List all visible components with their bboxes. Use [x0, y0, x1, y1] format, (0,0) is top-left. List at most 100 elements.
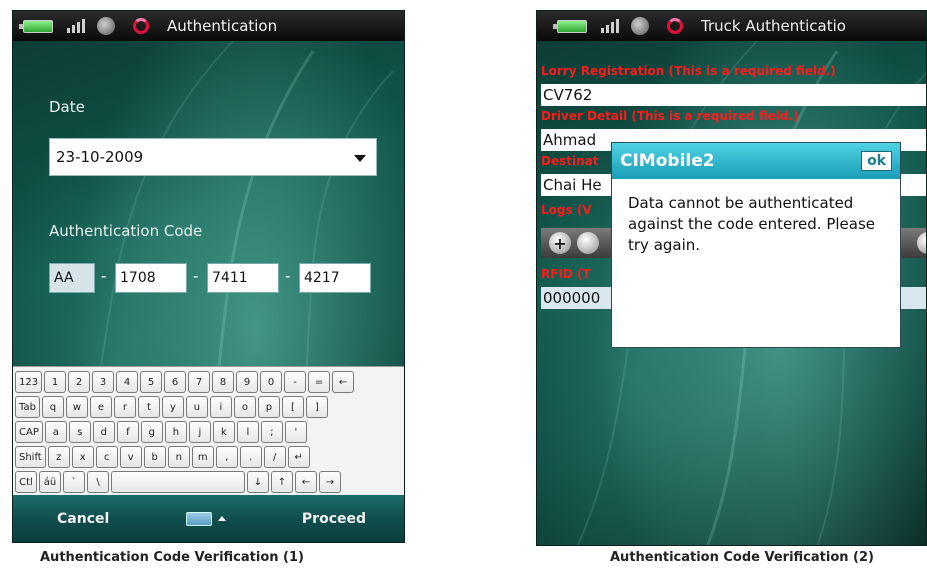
- code-part-2-input[interactable]: 7411: [207, 263, 279, 293]
- sync-icon: [667, 18, 683, 34]
- keyboard-key[interactable]: ←: [332, 371, 355, 393]
- keyboard-toggle-button[interactable]: [185, 511, 226, 526]
- keyboard-row-5: Ctl áü ` \ ↓ ↑ ← →: [15, 471, 341, 493]
- keyboard-key[interactable]: áü: [39, 471, 61, 493]
- keyboard-key[interactable]: 2: [68, 371, 91, 393]
- keyboard-key[interactable]: r: [113, 396, 136, 418]
- keyboard-key[interactable]: q: [41, 396, 64, 418]
- lorry-registration-input[interactable]: CV762: [541, 84, 926, 106]
- proceed-button[interactable]: Proceed: [302, 511, 366, 527]
- keyboard-key[interactable]: p: [257, 396, 280, 418]
- keyboard-key[interactable]: 0: [260, 371, 283, 393]
- keyboard-key[interactable]: d: [92, 421, 115, 443]
- keyboard-key[interactable]: o: [233, 396, 256, 418]
- scroll-log-button[interactable]: [917, 232, 926, 254]
- keyboard-key[interactable]: l: [236, 421, 259, 443]
- keyboard-key[interactable]: 1: [44, 371, 67, 393]
- keyboard-key[interactable]: Tab: [15, 396, 40, 418]
- keyboard-key[interactable]: ]: [305, 396, 328, 418]
- dropdown-arrow-icon: [354, 155, 366, 162]
- date-select[interactable]: 23-10-2009: [49, 138, 377, 176]
- keyboard-key[interactable]: 8: [212, 371, 235, 393]
- error-dialog: CIMobile2 ok Data cannot be authenticate…: [611, 142, 901, 348]
- keyboard-key[interactable]: m: [191, 446, 214, 468]
- keyboard-key[interactable]: u: [185, 396, 208, 418]
- keyboard-key[interactable]: CAP: [15, 421, 43, 443]
- phone-screen-truck-authentication: Truck Authenticatio Lorry Registration (…: [536, 10, 927, 546]
- keyboard-space-key[interactable]: [111, 471, 245, 493]
- keyboard-row-2: Tab q w e r t y u i o p[]: [15, 396, 328, 418]
- keyboard-key[interactable]: ←: [295, 471, 317, 493]
- cancel-button[interactable]: Cancel: [57, 511, 109, 527]
- signal-icon: [67, 19, 85, 33]
- keyboard-key[interactable]: Shift: [15, 446, 46, 468]
- keyboard-key[interactable]: k: [212, 421, 235, 443]
- driver-detail-label: Driver Detail (This is a required field.…: [541, 109, 799, 123]
- keyboard-key[interactable]: 3: [92, 371, 115, 393]
- keyboard-key[interactable]: f: [116, 421, 139, 443]
- lorry-registration-label: Lorry Registration (This is a required f…: [541, 64, 836, 78]
- keyboard-key[interactable]: 6: [164, 371, 187, 393]
- keyboard-key[interactable]: /: [263, 446, 286, 468]
- keyboard-key[interactable]: →: [319, 471, 341, 493]
- logs-label: Logs (V: [541, 203, 592, 217]
- keyboard-key[interactable]: ↵: [287, 446, 310, 468]
- keyboard-key[interactable]: ↑: [271, 471, 293, 493]
- dialog-header: CIMobile2 ok: [612, 143, 900, 179]
- keyboard-key[interactable]: i: [209, 396, 232, 418]
- keyboard-key[interactable]: h: [164, 421, 187, 443]
- caption-left: Authentication Code Verification (1): [40, 550, 304, 565]
- keyboard-key[interactable]: 123: [15, 371, 43, 393]
- keyboard-key[interactable]: 9: [236, 371, 259, 393]
- keyboard-key[interactable]: z: [47, 446, 70, 468]
- keyboard-key[interactable]: x: [71, 446, 94, 468]
- code-part-1-input[interactable]: 1708: [115, 263, 187, 293]
- connectivity-icon: [631, 17, 649, 35]
- keyboard-key[interactable]: \: [87, 471, 109, 493]
- phone-screen-authentication: Authentication Date 23-10-2009 Authentic…: [12, 10, 405, 543]
- caret-up-icon: [217, 516, 226, 521]
- battery-icon: [19, 19, 53, 33]
- keyboard-key[interactable]: g: [140, 421, 163, 443]
- keyboard-key[interactable]: ;: [260, 421, 283, 443]
- keyboard-key[interactable]: s: [68, 421, 91, 443]
- keyboard-key[interactable]: [: [281, 396, 304, 418]
- dialog-message: Data cannot be authenticated against the…: [628, 194, 876, 254]
- keyboard-key[interactable]: Ctl: [15, 471, 37, 493]
- keyboard-key[interactable]: -: [284, 371, 307, 393]
- keyboard-key[interactable]: 4: [116, 371, 139, 393]
- remove-log-button[interactable]: [577, 232, 599, 254]
- keyboard-key[interactable]: w: [65, 396, 88, 418]
- keyboard-key[interactable]: =: [308, 371, 331, 393]
- keyboard-key[interactable]: y: [161, 396, 184, 418]
- keyboard-key[interactable]: n: [167, 446, 190, 468]
- code-separator: -: [285, 267, 291, 285]
- status-bar: Authentication: [13, 11, 404, 41]
- keyboard-key[interactable]: 5: [140, 371, 163, 393]
- keyboard-key[interactable]: c: [95, 446, 118, 468]
- keyboard-key[interactable]: b: [143, 446, 166, 468]
- keyboard-key[interactable]: `: [63, 471, 85, 493]
- ok-button[interactable]: ok: [861, 151, 892, 171]
- keyboard-key[interactable]: .: [239, 446, 262, 468]
- keyboard-key[interactable]: t: [137, 396, 160, 418]
- keyboard-row-1: 123 1 2 3 4 5 6 7 8 9 0- = ←: [15, 371, 355, 393]
- keyboard-key[interactable]: 7: [188, 371, 211, 393]
- keyboard-key[interactable]: a: [44, 421, 67, 443]
- code-part-3-input[interactable]: 4217: [299, 263, 371, 293]
- sync-icon: [133, 18, 149, 34]
- keyboard-key[interactable]: e: [89, 396, 112, 418]
- keyboard-key[interactable]: v: [119, 446, 142, 468]
- date-value: 23-10-2009: [56, 148, 144, 166]
- keyboard-key[interactable]: ↓: [247, 471, 269, 493]
- code-separator: -: [193, 267, 199, 285]
- add-log-button[interactable]: +: [549, 232, 571, 254]
- status-title: Truck Authenticatio: [701, 17, 846, 35]
- keyboard-icon: [185, 511, 212, 526]
- battery-icon: [553, 19, 587, 33]
- soft-keyboard: 123 1 2 3 4 5 6 7 8 9 0- = ← Tab q w e r t y u i o p[] CAP a s d f…: [13, 366, 404, 496]
- keyboard-key[interactable]: ,: [215, 446, 238, 468]
- keyboard-key[interactable]: j: [188, 421, 211, 443]
- keyboard-key[interactable]: ': [284, 421, 307, 443]
- rfid-label: RFID (T: [541, 267, 591, 281]
